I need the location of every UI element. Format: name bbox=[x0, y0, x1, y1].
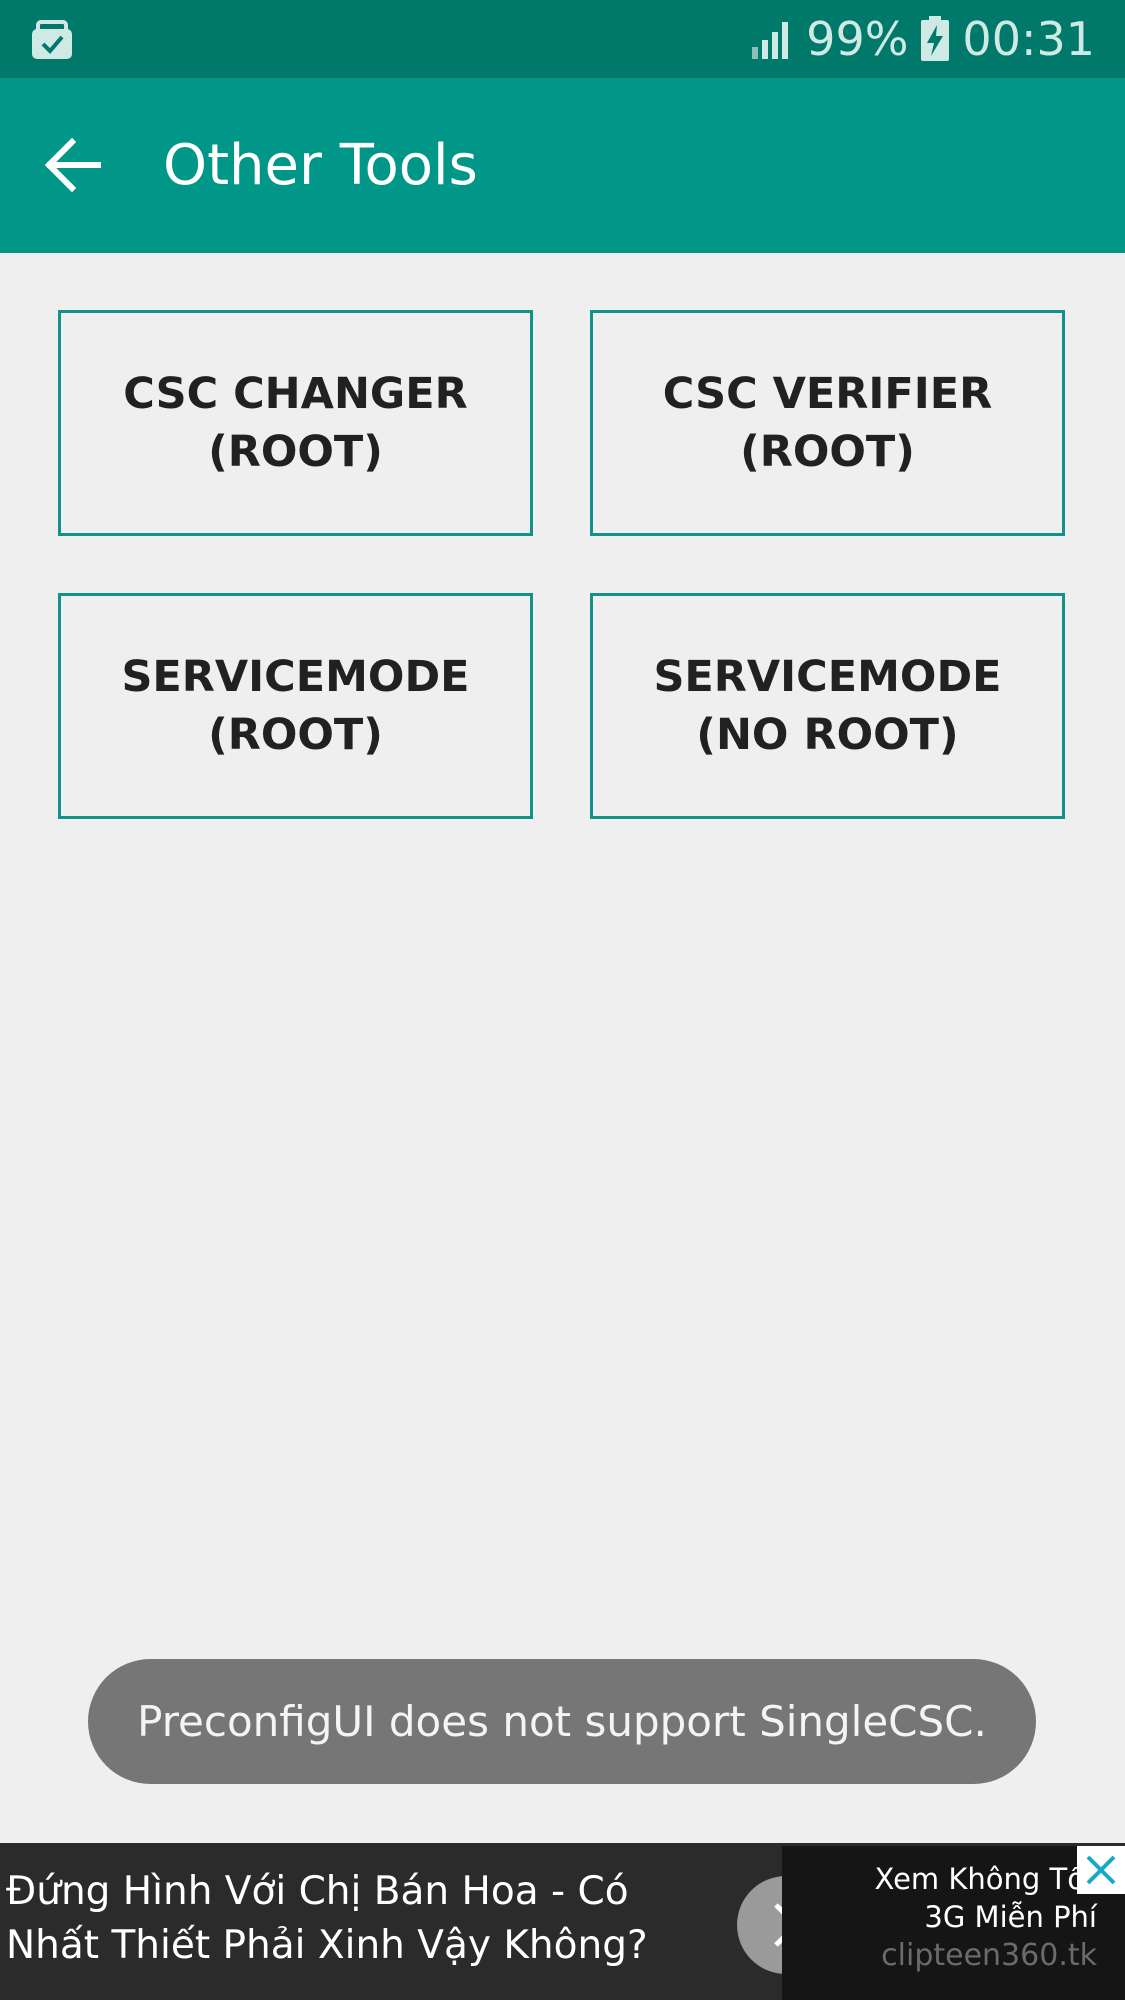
ad-close-button[interactable] bbox=[1077, 1846, 1125, 1894]
csc-changer-root-button[interactable]: CSC CHANGER (ROOT) bbox=[58, 310, 533, 536]
ad-domain: clipteen360.tk bbox=[881, 1938, 1097, 1973]
ad-side-line-1: Xem Không Tố bbox=[874, 1862, 1085, 1896]
close-icon bbox=[1086, 1855, 1116, 1885]
button-label: CSC CHANGER (ROOT) bbox=[123, 369, 468, 477]
status-right-group: 99% 00:31 bbox=[750, 0, 1095, 78]
battery-percent: 99% bbox=[806, 12, 909, 66]
toast-message: PreconfigUI does not support SingleCSC. bbox=[88, 1659, 1036, 1784]
servicemode-root-button[interactable]: SERVICEMODE (ROOT) bbox=[58, 593, 533, 819]
button-label: SERVICEMODE (NO ROOT) bbox=[653, 652, 1002, 760]
briefcase-check-icon bbox=[32, 20, 72, 59]
battery-charging-icon bbox=[921, 16, 950, 61]
ad-headline-line-1: Đứng Hình Với Chị Bán Hoa - Có bbox=[6, 1869, 629, 1914]
toast-text: PreconfigUI does not support SingleCSC. bbox=[137, 1697, 987, 1746]
status-bar: 99% 00:31 bbox=[0, 0, 1125, 78]
button-label: CSC VERIFIER (ROOT) bbox=[662, 369, 993, 477]
servicemode-no-root-button[interactable]: SERVICEMODE (NO ROOT) bbox=[590, 593, 1065, 819]
button-label: SERVICEMODE (ROOT) bbox=[121, 652, 470, 760]
ad-side-panel[interactable]: Xem Không Tố 3G Miễn Phí clipteen360.tk bbox=[782, 1846, 1125, 2000]
ad-banner[interactable]: Đứng Hình Với Chị Bán Hoa - Có Nhất Thiế… bbox=[0, 1843, 1125, 2000]
ad-side-line-2: 3G Miễn Phí bbox=[924, 1900, 1097, 1934]
signal-icon bbox=[752, 22, 789, 59]
csc-verifier-root-button[interactable]: CSC VERIFIER (ROOT) bbox=[590, 310, 1065, 536]
ad-headline[interactable]: Đứng Hình Với Chị Bán Hoa - Có Nhất Thiế… bbox=[6, 1865, 726, 1973]
arrow-back-icon[interactable] bbox=[40, 130, 110, 200]
clock-time: 00:31 bbox=[962, 12, 1095, 66]
app-bar: Other Tools bbox=[0, 78, 1125, 253]
tools-grid: CSC CHANGER (ROOT) CSC VERIFIER (ROOT) S… bbox=[58, 310, 1066, 819]
ad-headline-line-2: Nhất Thiết Phải Xinh Vậy Không? bbox=[6, 1923, 648, 1968]
page-title: Other Tools bbox=[163, 133, 478, 198]
